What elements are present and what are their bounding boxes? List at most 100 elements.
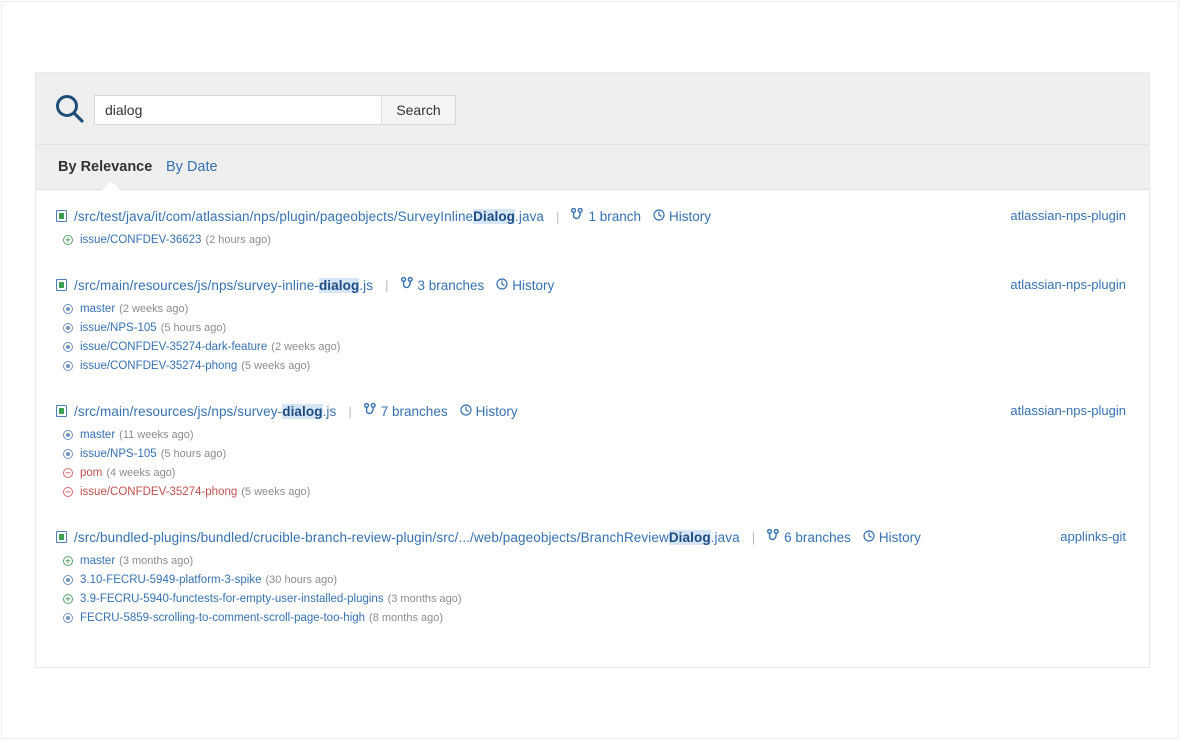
meta-separator: | xyxy=(752,530,755,545)
search-results-list: /src/test/java/it/com/atlassian/nps/plug… xyxy=(36,190,1149,627)
branch-name-link[interactable]: issue/CONFDEV-36623 xyxy=(80,234,201,246)
file-path-prefix: /src/main/resources/js/nps/survey-inline… xyxy=(74,278,319,293)
branch-list-item: master (2 weeks ago) xyxy=(56,299,1149,318)
branch-age: (2 hours ago) xyxy=(205,234,270,246)
branch-status-added-icon xyxy=(63,594,73,604)
branch-list-item: 3.9-FECRU-5940-functests-for-empty-user-… xyxy=(56,589,1149,608)
branch-status-modified-icon xyxy=(63,613,73,623)
branch-status-modified-icon xyxy=(63,361,73,371)
search-form: Search xyxy=(95,96,455,124)
history-label: History xyxy=(476,404,518,419)
branch-count-link[interactable]: 3 branches xyxy=(401,277,485,293)
branch-name-link[interactable]: issue/NPS-105 xyxy=(80,322,157,334)
branch-status-modified-icon xyxy=(63,430,73,440)
branch-age: (3 months ago) xyxy=(388,593,462,605)
branch-name-link[interactable]: pom xyxy=(80,467,102,479)
file-code-icon xyxy=(56,279,67,291)
file-code-icon xyxy=(56,531,67,543)
branch-list-item: issue/CONFDEV-36623 (2 hours ago) xyxy=(56,230,1149,249)
active-tab-pointer xyxy=(102,181,120,190)
clock-icon xyxy=(653,209,665,224)
branch-age: (8 months ago) xyxy=(369,612,443,624)
branch-name-link[interactable]: master xyxy=(80,429,115,441)
file-code-icon xyxy=(56,405,67,417)
history-link[interactable]: History xyxy=(496,278,554,293)
branch-list-item: issue/CONFDEV-35274-phong(5 weeks ago) xyxy=(56,482,1149,501)
branch-age: (3 months ago) xyxy=(119,555,193,567)
file-path-prefix: /src/main/resources/js/nps/survey- xyxy=(74,404,282,419)
branch-icon xyxy=(571,208,583,224)
clock-icon xyxy=(460,404,472,419)
search-button[interactable]: Search xyxy=(381,96,455,124)
search-result-item: /src/main/resources/js/nps/survey-inline… xyxy=(36,275,1149,375)
file-code-icon xyxy=(56,210,67,222)
branch-list-item: master(11 weeks ago) xyxy=(56,425,1149,444)
clock-icon xyxy=(863,530,875,545)
branch-status-removed-icon xyxy=(63,487,73,497)
branch-list: master (3 months ago) 3.10-FECRU-5949-plat… xyxy=(56,551,1149,627)
branch-age: (30 hours ago) xyxy=(266,574,338,586)
page-frame: Search By Relevance By Date /src/test/ja… xyxy=(1,1,1179,739)
tab-by-date[interactable]: By Date xyxy=(166,159,218,175)
branch-name-link[interactable]: 3.10-FECRU-5949-platform-3-spike xyxy=(80,574,262,586)
file-path-suffix: .java xyxy=(711,530,740,545)
search-result-item: /src/main/resources/js/nps/survey-dialog… xyxy=(36,401,1149,501)
branch-name-link[interactable]: issue/CONFDEV-35274-phong xyxy=(80,360,237,372)
branch-age: (4 weeks ago) xyxy=(106,467,175,479)
history-link[interactable]: History xyxy=(863,530,921,545)
branch-count-label: 7 branches xyxy=(381,404,448,419)
code-search-panel: Search By Relevance By Date /src/test/ja… xyxy=(35,72,1150,668)
branch-list-item: issue/NPS-105(5 hours ago) xyxy=(56,318,1149,337)
result-header: /src/main/resources/js/nps/survey-inline… xyxy=(56,275,1149,295)
branch-count-link[interactable]: 1 branch xyxy=(571,208,641,224)
meta-separator: | xyxy=(556,209,559,224)
sort-tab-bar: By Relevance By Date xyxy=(36,145,1149,190)
file-path-link[interactable]: /src/test/java/it/com/atlassian/nps/plug… xyxy=(74,209,544,224)
file-path-link[interactable]: /src/main/resources/js/nps/survey-dialog… xyxy=(74,404,336,419)
clock-icon xyxy=(496,278,508,293)
repository-link[interactable]: atlassian-nps-plugin xyxy=(1010,208,1126,223)
branch-age: (2 weeks ago) xyxy=(119,303,188,315)
branch-status-removed-icon xyxy=(63,468,73,478)
search-result-item: /src/test/java/it/com/atlassian/nps/plug… xyxy=(36,206,1149,249)
history-label: History xyxy=(669,209,711,224)
branch-icon xyxy=(364,403,376,419)
file-path-match-highlight: dialog xyxy=(319,278,359,293)
file-path-link[interactable]: /src/main/resources/js/nps/survey-inline… xyxy=(74,278,373,293)
repository-link[interactable]: atlassian-nps-plugin xyxy=(1010,403,1126,418)
branch-status-modified-icon xyxy=(63,575,73,585)
repository-link[interactable]: applinks-git xyxy=(1060,529,1126,544)
branch-list-item: pom (4 weeks ago) xyxy=(56,463,1149,482)
branch-name-link[interactable]: issue/CONFDEV-35274-phong xyxy=(80,486,237,498)
branch-count-link[interactable]: 7 branches xyxy=(364,403,448,419)
file-path-suffix: .java xyxy=(515,209,544,224)
branch-name-link[interactable]: FECRU-5859-scrolling-to-comment-scroll-p… xyxy=(80,612,365,624)
branch-name-link[interactable]: master xyxy=(80,555,115,567)
branch-name-link[interactable]: issue/CONFDEV-35274-dark-feature xyxy=(80,341,267,353)
file-path-prefix: /src/bundled-plugins/bundled/crucible-br… xyxy=(74,530,669,545)
file-path-suffix: .js xyxy=(359,278,373,293)
branch-list: issue/CONFDEV-36623 (2 hours ago) xyxy=(56,230,1149,249)
file-path-link[interactable]: /src/bundled-plugins/bundled/crucible-br… xyxy=(74,530,740,545)
branch-icon xyxy=(401,277,413,293)
meta-separator: | xyxy=(385,278,388,293)
branch-name-link[interactable]: 3.9-FECRU-5940-functests-for-empty-user-… xyxy=(80,593,384,605)
branch-name-link[interactable]: issue/NPS-105 xyxy=(80,448,157,460)
branch-name-link[interactable]: master xyxy=(80,303,115,315)
branch-status-modified-icon xyxy=(63,304,73,314)
file-path-match-highlight: dialog xyxy=(282,404,322,419)
branch-count-label: 3 branches xyxy=(418,278,485,293)
search-input[interactable] xyxy=(95,96,381,124)
tab-by-relevance[interactable]: By Relevance xyxy=(58,159,152,175)
branch-status-modified-icon xyxy=(63,449,73,459)
history-link[interactable]: History xyxy=(653,209,711,224)
branch-list-item: FECRU-5859-scrolling-to-comment-scroll-p… xyxy=(56,608,1149,627)
repository-link[interactable]: atlassian-nps-plugin xyxy=(1010,277,1126,292)
branch-list: master (2 weeks ago) issue/NPS-105(5 hours… xyxy=(56,299,1149,375)
branch-count-link[interactable]: 6 branches xyxy=(767,529,851,545)
history-label: History xyxy=(512,278,554,293)
branch-count-label: 6 branches xyxy=(784,530,851,545)
history-link[interactable]: History xyxy=(460,404,518,419)
branch-list-item: 3.10-FECRU-5949-platform-3-spike (30 hour… xyxy=(56,570,1149,589)
branch-status-modified-icon xyxy=(63,342,73,352)
